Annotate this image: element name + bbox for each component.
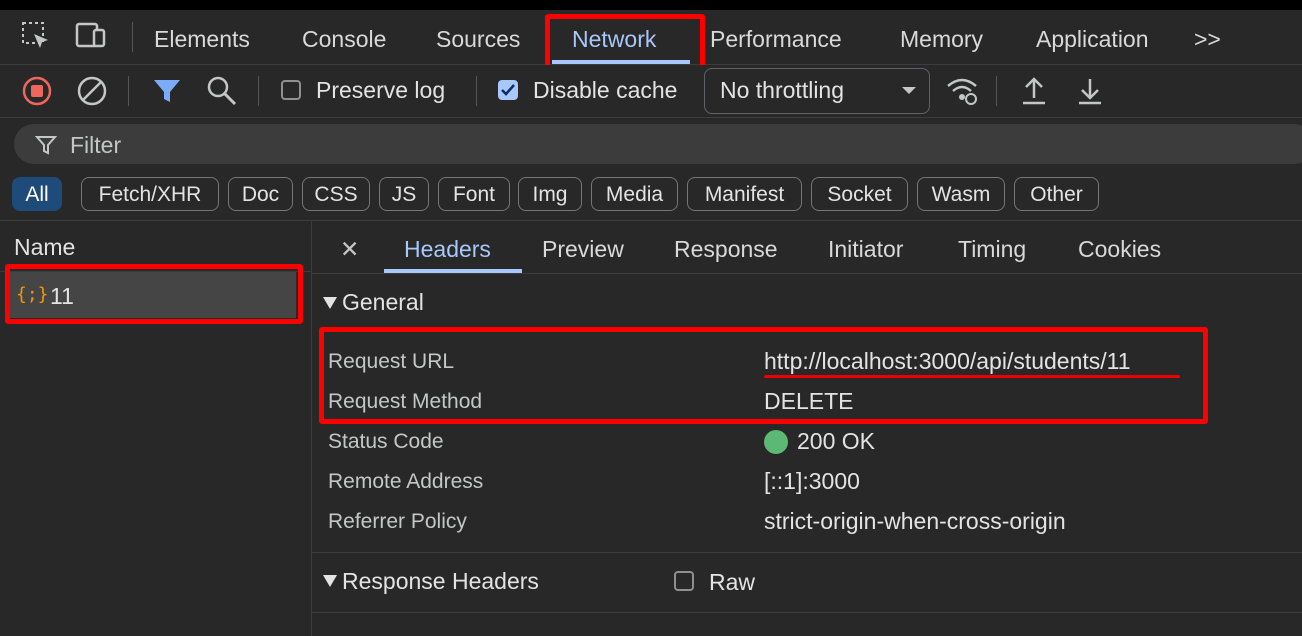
section-toggle-icon[interactable] (322, 574, 338, 588)
status-code-value: 200 OK (797, 428, 875, 454)
type-filter-other[interactable]: Other (1014, 177, 1099, 211)
toolbar-separator (132, 22, 133, 52)
device-toolbar-icon[interactable] (74, 20, 110, 52)
toolbar-separator (128, 76, 129, 106)
chevron-down-icon (900, 84, 918, 96)
clear-icon[interactable] (75, 74, 109, 108)
detail-tab-initiator[interactable]: Initiator (828, 221, 903, 273)
detail-tab-headers[interactable]: Headers (404, 221, 491, 273)
tab-elements[interactable]: Elements (154, 10, 250, 64)
search-icon-svg (207, 76, 237, 106)
section-divider (312, 612, 1302, 613)
toolbar-separator (258, 76, 259, 106)
disable-cache-checkbox[interactable] (498, 80, 518, 100)
raw-checkbox[interactable] (674, 571, 694, 591)
remote-address-key: Remote Address (328, 470, 484, 493)
device-toolbar-icon-svg (75, 22, 106, 48)
type-filter-wasm[interactable]: Wasm (917, 177, 1005, 211)
network-conditions-icon-svg (947, 78, 977, 105)
upload-icon[interactable] (1018, 74, 1050, 108)
triangle-down-icon (323, 297, 337, 309)
type-filter-manifest[interactable]: Manifest (687, 177, 802, 211)
download-icon-svg (1079, 79, 1101, 105)
detail-tab-response[interactable]: Response (674, 221, 778, 273)
checkmark-icon (501, 84, 515, 96)
tab-memory[interactable]: Memory (900, 10, 983, 64)
type-filter-socket[interactable]: Socket (811, 177, 908, 211)
stop-recording-icon[interactable] (20, 74, 54, 108)
network-conditions-icon[interactable] (944, 74, 980, 108)
type-filter-fetch-xhr[interactable]: Fetch/XHR (81, 177, 219, 211)
type-filter-font[interactable]: Font (438, 177, 510, 211)
toolbar-separator (476, 76, 477, 106)
name-column-label: Name (14, 234, 76, 260)
type-filter-all[interactable]: All (12, 177, 62, 211)
preserve-log-label: Preserve log (316, 77, 446, 103)
tab-performance[interactable]: Performance (710, 10, 842, 64)
type-filter-js[interactable]: JS (379, 177, 429, 211)
triangle-down-icon (323, 575, 337, 587)
request-row-highlight (5, 264, 303, 324)
upload-icon-svg (1023, 77, 1045, 105)
remote-address-value: [::1]:3000 (764, 468, 860, 494)
chevron-down-icon-svg (902, 87, 916, 94)
type-filter-css[interactable]: CSS (302, 177, 370, 211)
type-filter-doc[interactable]: Doc (228, 177, 293, 211)
filter-icon (34, 133, 58, 157)
clear-icon-svg (77, 76, 107, 106)
network-tab-highlight (545, 14, 705, 72)
inspect-element-icon-svg (22, 22, 48, 48)
tab-application[interactable]: Application (1036, 10, 1149, 64)
referrer-policy-value: strict-origin-when-cross-origin (764, 508, 1066, 534)
filter-funnel-icon-svg (154, 80, 180, 102)
filter-input[interactable] (14, 124, 1302, 164)
detail-tabs-divider (312, 273, 1302, 274)
download-icon[interactable] (1074, 74, 1106, 108)
detail-tab-timing[interactable]: Timing (958, 221, 1026, 273)
status-code-key: Status Code (328, 430, 444, 453)
inspect-element-icon[interactable] (20, 20, 52, 52)
response-headers-title[interactable]: Response Headers (342, 568, 539, 595)
detail-tab-preview[interactable]: Preview (542, 221, 624, 273)
filter-funnel-icon[interactable] (150, 74, 184, 108)
stop-recording-icon-svg (22, 76, 52, 106)
throttling-value: No throttling (720, 77, 845, 103)
search-icon[interactable] (205, 74, 239, 108)
preserve-log-checkbox[interactable] (281, 80, 301, 100)
tab-console[interactable]: Console (302, 10, 386, 64)
close-details-icon[interactable]: ✕ (340, 221, 359, 273)
tab-sources[interactable]: Sources (436, 10, 520, 64)
more-tabs-icon[interactable]: >> (1194, 10, 1221, 64)
section-divider (312, 552, 1302, 553)
request-url-method-highlight (319, 327, 1208, 424)
general-section-title[interactable]: General (342, 289, 424, 316)
detail-tab-cookies[interactable]: Cookies (1078, 221, 1161, 273)
filter-placeholder: Filter (70, 132, 122, 158)
raw-label: Raw (709, 569, 756, 595)
filter-icon-svg (34, 136, 58, 155)
referrer-policy-key: Referrer Policy (328, 510, 467, 533)
window-top-edge (0, 0, 1302, 10)
section-toggle-icon[interactable] (322, 296, 338, 310)
disable-cache-label: Disable cache (533, 77, 678, 103)
type-filter-media[interactable]: Media (591, 177, 678, 211)
type-filter-img[interactable]: Img (518, 177, 582, 211)
status-ok-dot (764, 430, 788, 454)
toolbar-separator (996, 76, 997, 106)
